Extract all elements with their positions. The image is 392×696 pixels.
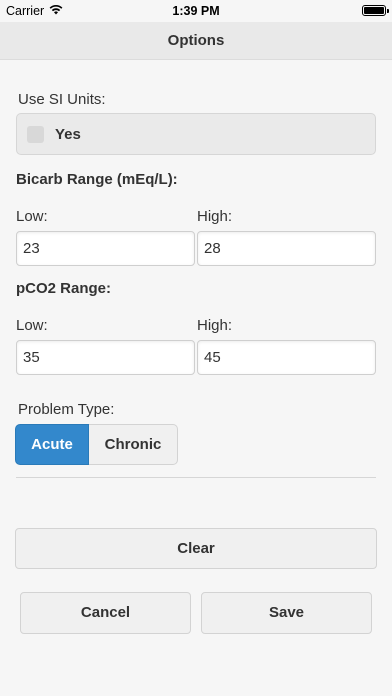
acute-option-button[interactable]: Acute [15,424,89,465]
checkbox-icon[interactable] [27,126,44,143]
chronic-option-button[interactable]: Chronic [89,424,178,465]
si-units-checkbox-label: Yes [55,126,81,143]
si-units-label: Use SI Units: [18,91,106,108]
bicarb-range-title: Bicarb Range (mEq/L): [16,171,178,188]
bicarb-low-label: Low: [16,208,48,225]
save-button[interactable]: Save [201,592,372,634]
cancel-button[interactable]: Cancel [20,592,191,634]
pco2-low-input[interactable]: 35 [16,340,195,375]
pco2-high-label: High: [197,317,233,334]
bicarb-high-label: High: [197,208,233,225]
clock: 1:39 PM [172,4,220,18]
bicarb-high-input[interactable]: 28 [197,231,376,266]
status-bar: Carrier 1:39 PM [0,0,392,22]
pco2-range-title: pCO2 Range: [16,280,112,297]
bicarb-low-input[interactable]: 23 [16,231,195,266]
si-units-checkbox[interactable]: Yes [16,113,376,155]
problem-type-label: Problem Type: [18,401,115,418]
battery-icon [362,5,389,16]
divider [16,477,376,478]
pco2-low-label: Low: [16,317,48,334]
clear-button[interactable]: Clear [15,528,377,569]
page-title: Options [0,22,392,60]
pco2-high-input[interactable]: 45 [197,340,376,375]
